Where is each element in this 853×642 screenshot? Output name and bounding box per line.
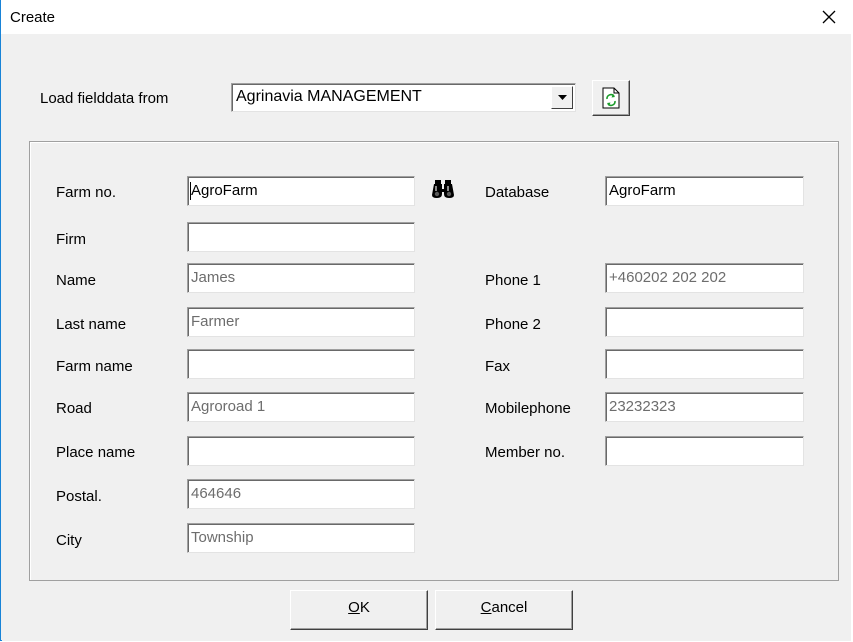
text-cursor (190, 182, 191, 200)
firm-field[interactable] (187, 222, 415, 252)
title-bar: Create (1, 0, 852, 34)
farm-name-label: Farm name (56, 358, 133, 375)
member-no-label: Member no. (485, 444, 566, 461)
last-name-field[interactable]: Farmer (187, 307, 415, 337)
firm-label: Firm (56, 231, 86, 248)
city-label: City (56, 532, 82, 549)
place-name-field[interactable] (187, 436, 415, 466)
database-label: Database (485, 184, 550, 201)
load-fielddata-select[interactable]: Agrinavia MANAGEMENT (231, 83, 576, 112)
dialog-body: Load fielddata from Agrinavia MANAGEMENT… (2, 34, 851, 641)
phone1-field[interactable]: +460202 202 202 (605, 263, 804, 293)
cancel-button-label: Cancel (480, 599, 528, 616)
last-name-label: Last name (56, 316, 127, 333)
city-field[interactable]: Township (187, 523, 415, 553)
database-field[interactable]: AgroFarm (605, 176, 804, 206)
postal-label: Postal. (56, 488, 102, 505)
load-fielddata-label: Load fielddata from (40, 90, 169, 107)
ok-button-label: OK (348, 599, 370, 616)
create-dialog: Create Load fielddata from Agrinavia MAN… (0, 0, 852, 641)
close-button[interactable] (806, 0, 852, 34)
phone1-label: Phone 1 (485, 272, 541, 289)
search-database-button[interactable] (432, 180, 456, 200)
dropdown-arrow-icon (557, 95, 567, 100)
cancel-button[interactable]: Cancel (435, 590, 573, 630)
place-name-label: Place name (56, 444, 136, 461)
binoculars-icon (432, 180, 454, 198)
phone2-label: Phone 2 (485, 316, 541, 333)
window-title: Create (10, 9, 56, 26)
name-label: Name (56, 272, 97, 289)
postal-field[interactable]: 464646 (187, 479, 415, 509)
refresh-button[interactable] (592, 80, 630, 116)
farm-no-field[interactable]: AgroFarm (187, 176, 415, 206)
phone2-field[interactable] (605, 307, 804, 337)
farm-no-label: Farm no. (56, 184, 117, 201)
mobilephone-label: Mobilephone (485, 400, 571, 417)
fax-field[interactable] (605, 349, 804, 379)
mobilephone-field[interactable]: 23232323 (605, 392, 804, 422)
road-label: Road (56, 400, 92, 417)
refresh-icon (602, 87, 620, 109)
road-field[interactable]: Agroroad 1 (187, 392, 415, 422)
load-fielddata-value: Agrinavia MANAGEMENT (236, 88, 422, 105)
name-field[interactable]: James (187, 263, 415, 293)
member-no-field[interactable] (605, 436, 804, 466)
fax-label: Fax (485, 358, 511, 375)
close-icon (822, 10, 836, 24)
ok-button[interactable]: OK (290, 590, 428, 630)
farm-name-field[interactable] (187, 349, 415, 379)
dropdown-button[interactable] (551, 86, 573, 109)
